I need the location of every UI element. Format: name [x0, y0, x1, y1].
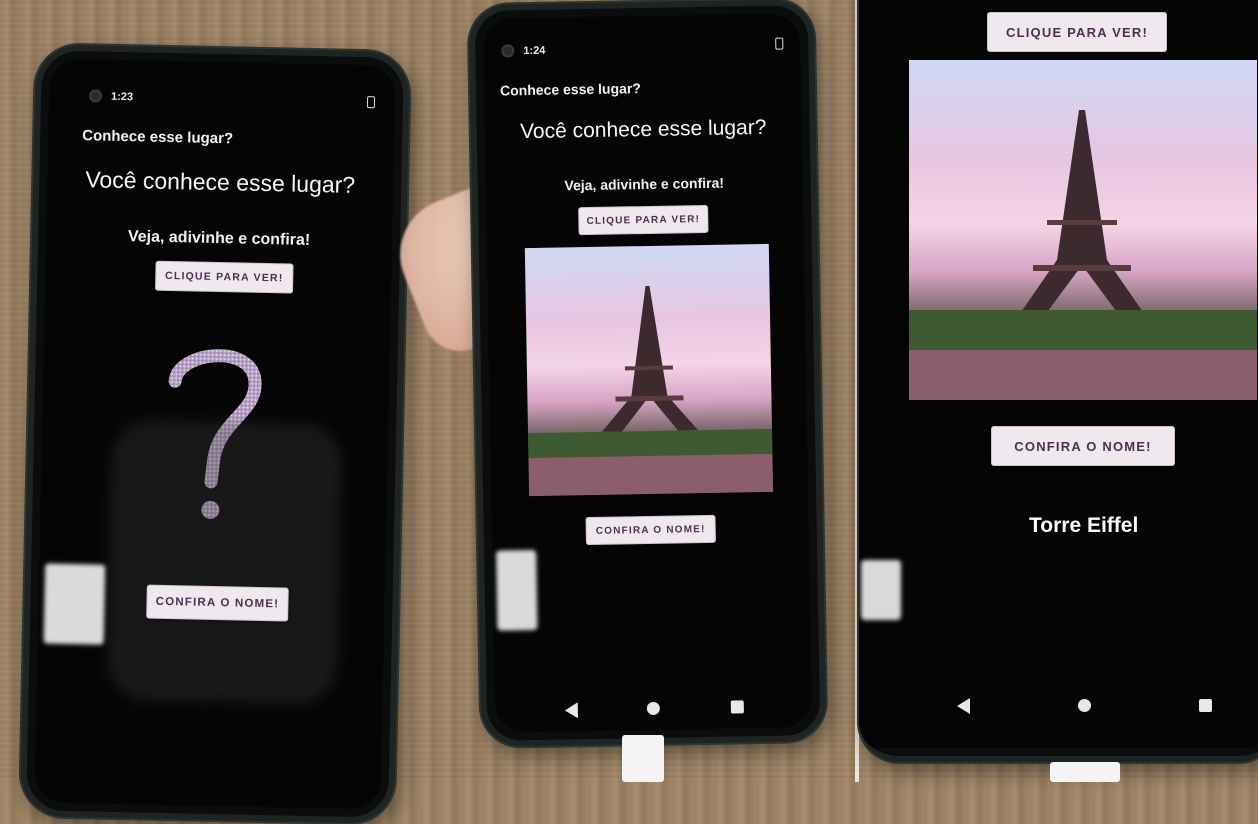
- front-camera-icon: [88, 89, 103, 103]
- confirm-name-button[interactable]: CONFIRA O NOME!: [146, 584, 289, 622]
- app-title: Conhece esse lugar?: [82, 127, 234, 148]
- subtitle: Veja, adivinhe e confira!: [564, 174, 725, 194]
- screen-reflection: [106, 419, 343, 705]
- eiffel-tower-icon: [909, 110, 1257, 400]
- light-glare: [861, 560, 901, 620]
- front-camera-icon: [501, 44, 515, 58]
- show-image-button[interactable]: CLIQUE PARA VER!: [987, 12, 1167, 52]
- page-heading: Você conhece esse lugar?: [519, 115, 767, 144]
- home-icon[interactable]: [1078, 699, 1091, 712]
- light-glare: [43, 563, 106, 645]
- eiffel-tower-image: [909, 60, 1257, 400]
- show-image-button[interactable]: CLIQUE PARA VER!: [154, 260, 294, 294]
- recents-icon[interactable]: [730, 700, 744, 714]
- battery-icon: [366, 96, 376, 109]
- back-icon[interactable]: [564, 702, 579, 719]
- answer-text: Torre Eiffel: [1029, 514, 1139, 537]
- phone-frame-1: 1:23 Conhece esse lugar? Você conhece es…: [19, 44, 411, 824]
- back-icon[interactable]: [957, 698, 970, 714]
- show-image-button[interactable]: CLIQUE PARA VER!: [578, 204, 709, 236]
- status-time: 1:24: [523, 44, 546, 58]
- subtitle: Veja, adivinhe e confira!: [127, 228, 311, 249]
- eiffel-tower-icon: [528, 285, 774, 497]
- confirm-name-button[interactable]: CONFIRA O NOME!: [991, 426, 1175, 466]
- confirm-name-button[interactable]: CONFIRA O NOME!: [585, 514, 716, 546]
- phone-frame-2: 1:24 Conhece esse lugar? Você conhece es…: [468, 0, 827, 747]
- recents-icon[interactable]: [1199, 699, 1212, 712]
- light-glare: [496, 549, 538, 631]
- usb-cable: [1050, 762, 1120, 782]
- phone-screen-2: 1:24 Conhece esse lugar? Você conhece es…: [482, 13, 813, 733]
- usb-cable: [622, 735, 664, 782]
- battery-icon: [775, 37, 784, 50]
- home-icon[interactable]: [646, 701, 660, 716]
- eiffel-tower-image: [524, 243, 774, 497]
- page-heading: Você conhece esse lugar?: [85, 166, 356, 198]
- phone-screen-3: CLIQUE PARA VER! CONFIRA O NOME! Torre E…: [859, 0, 1258, 748]
- phone-screen-1: 1:23 Conhece esse lugar? Você conhece es…: [34, 58, 396, 810]
- app-title: Conhece esse lugar?: [499, 80, 641, 99]
- phone-frame-3: CLIQUE PARA VER! CONFIRA O NOME! Torre E…: [859, 0, 1258, 762]
- status-time: 1:23: [110, 90, 134, 104]
